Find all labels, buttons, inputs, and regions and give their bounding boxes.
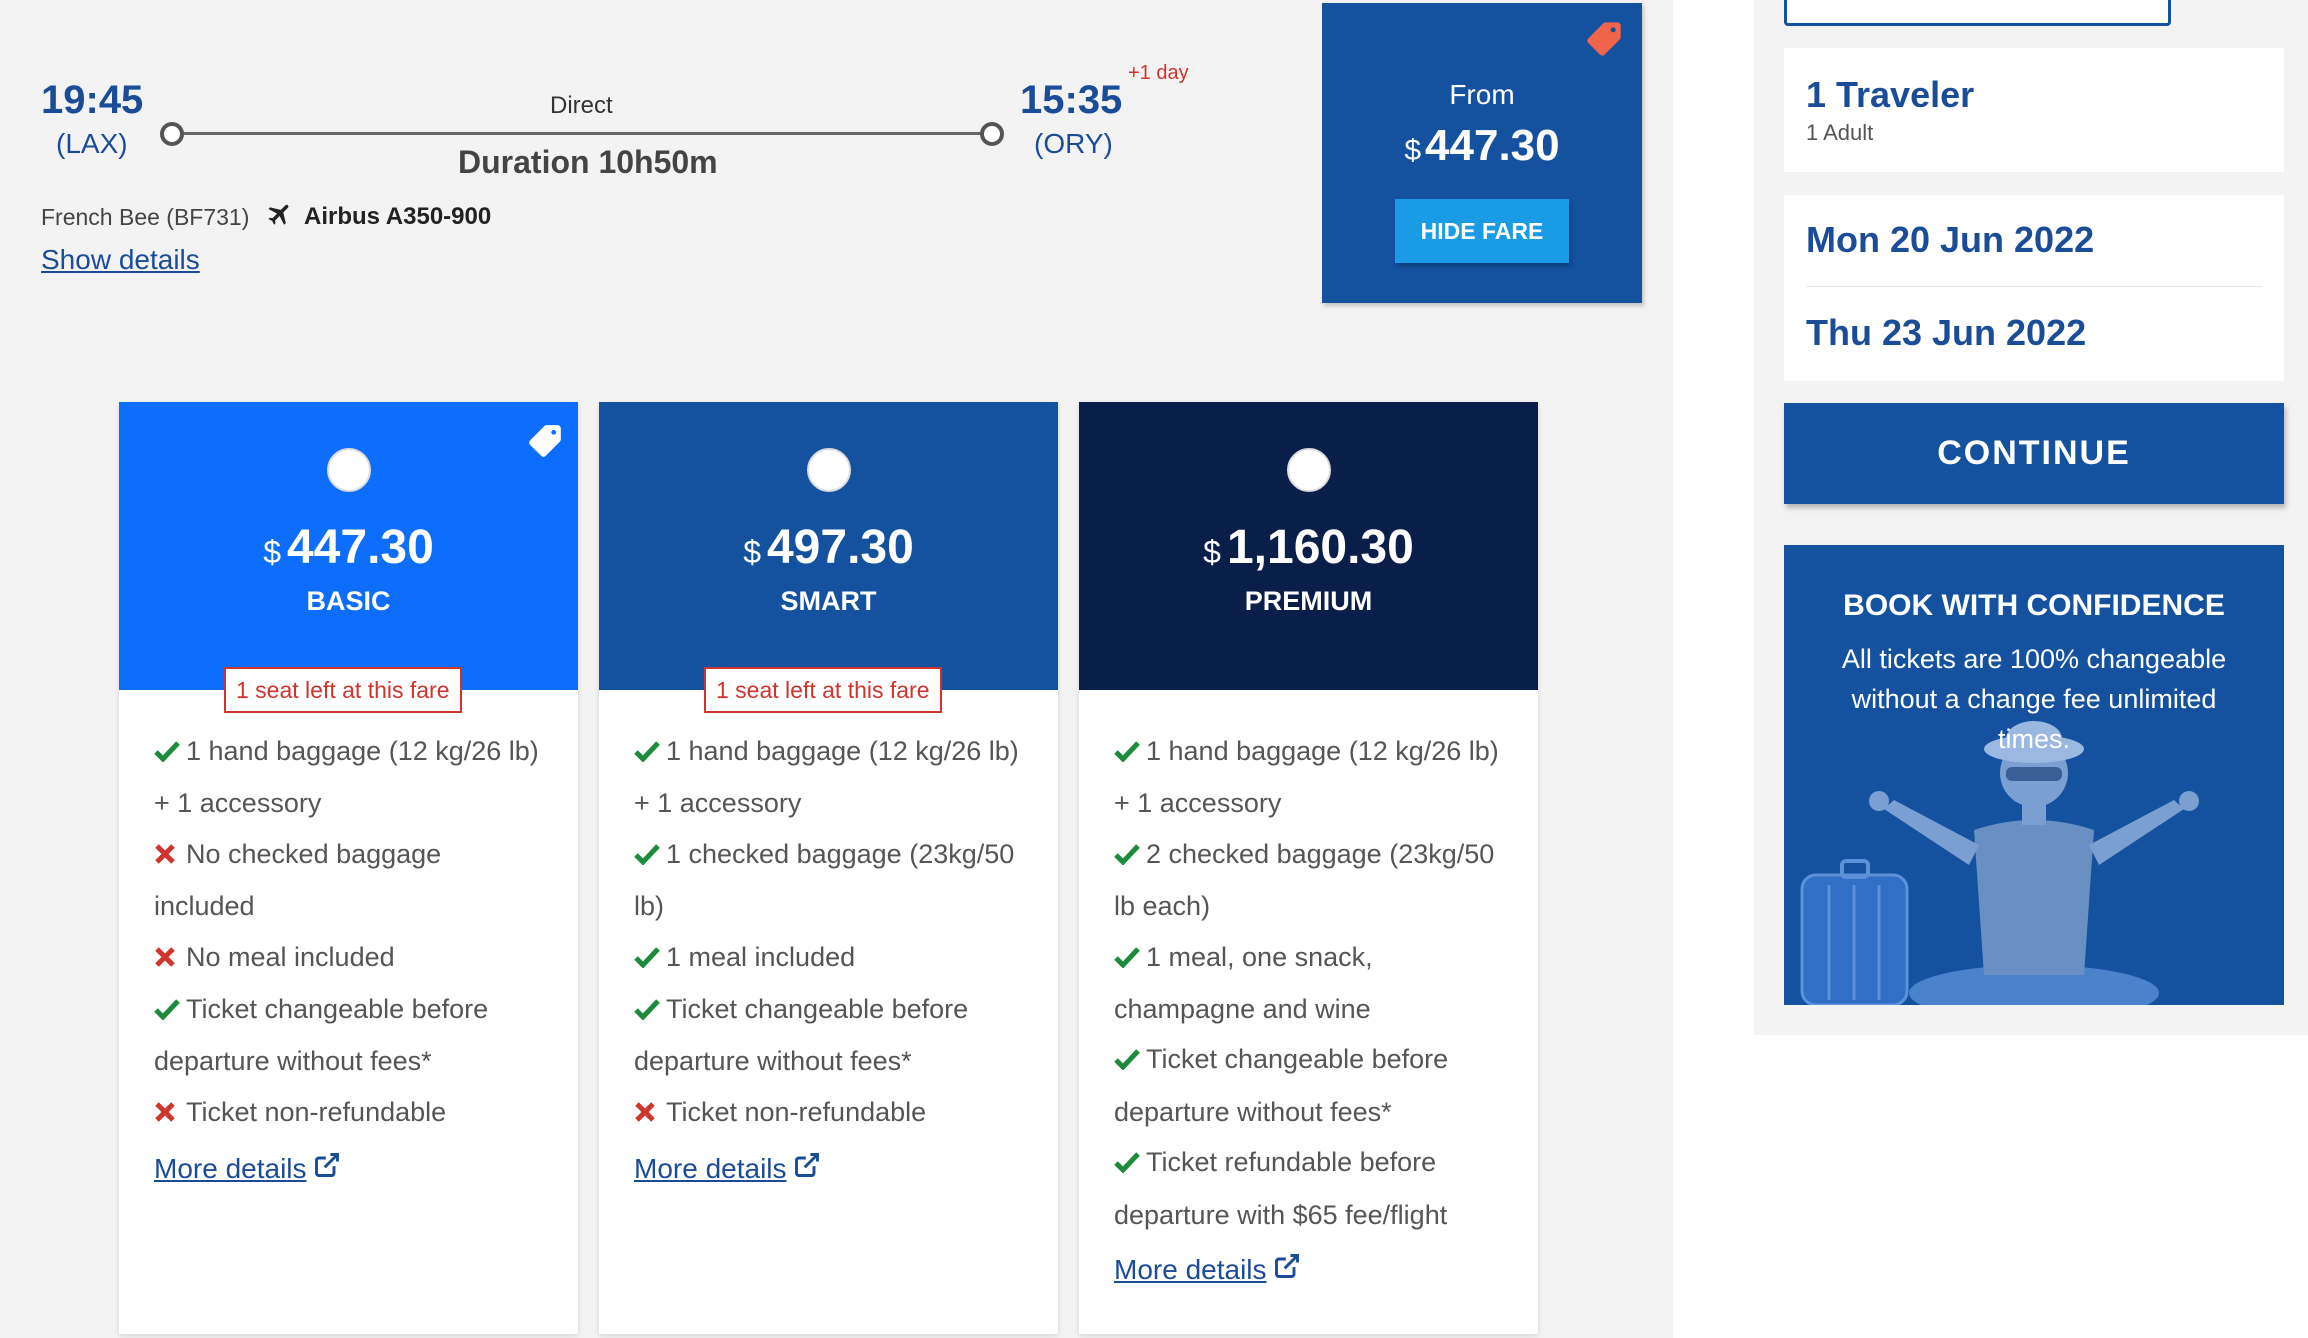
seat-left-badge: 1 seat left at this fare	[704, 667, 942, 713]
feature-item: Ticket changeable before departure witho…	[1114, 1034, 1508, 1137]
external-link-icon	[1273, 1252, 1301, 1287]
cross-icon	[154, 831, 184, 881]
fare-radio-basic[interactable]	[327, 448, 371, 492]
feature-item: Ticket refundable before departure with …	[1114, 1137, 1508, 1240]
fare-price-value: 447.30	[286, 521, 434, 574]
arrival-airport-code: (ORY)	[1034, 128, 1113, 159]
book-with-confidence-banner: BOOK WITH CONFIDENCE All tickets are 100…	[1784, 545, 2284, 1005]
carrier-label: French Bee (BF731)	[41, 204, 250, 230]
fare-price: $1,160.30	[1079, 520, 1538, 575]
price-tag-icon	[1584, 19, 1624, 64]
fare-radio-smart[interactable]	[807, 448, 851, 492]
confidence-title: BOOK WITH CONFIDENCE	[1843, 589, 2225, 622]
flight-duration: Duration 10h50m	[458, 144, 718, 180]
fare-name: PREMIUM	[1244, 586, 1373, 616]
destination-node	[980, 122, 1004, 146]
fare-card-basic[interactable]: $447.30 BASIC 1 seat left at this fare 1…	[119, 402, 578, 1334]
fare-card-premium[interactable]: $1,160.30 PREMIUM 1 hand baggage (12 kg/…	[1079, 402, 1538, 1334]
external-link-icon	[313, 1151, 341, 1186]
traveler-panel[interactable]: 1 Traveler 1 Adult	[1784, 48, 2284, 172]
fare-name: BASIC	[306, 586, 391, 616]
traveler-detail: 1 Adult	[1806, 120, 1874, 145]
fare-name: SMART	[780, 586, 877, 616]
from-price: $447.30	[1322, 121, 1642, 171]
date-divider	[1806, 286, 2262, 287]
fare-features: 1 hand baggage (12 kg/26 lb) + 1 accesso…	[599, 690, 1058, 1139]
aircraft-info: Airbus A350-900	[266, 200, 491, 233]
traveler-count: 1 Traveler	[1806, 74, 1975, 115]
check-icon	[1114, 728, 1144, 778]
feature-item: Ticket non-refundable	[634, 1087, 1028, 1139]
feature-item: No checked baggage included	[154, 829, 548, 932]
more-details-link[interactable]: More details	[154, 1151, 341, 1186]
departure-time: 19:45	[41, 78, 144, 122]
check-icon	[1114, 1036, 1144, 1086]
fare-price-value: 497.30	[766, 521, 914, 574]
fare-card-header: $1,160.30 PREMIUM	[1079, 402, 1538, 690]
fare-price: $447.30	[119, 520, 578, 575]
fare-currency: $	[263, 534, 281, 570]
from-price-value: 447.30	[1425, 121, 1560, 170]
from-label: From	[1449, 79, 1515, 110]
cross-icon	[154, 934, 184, 984]
return-date: Thu 23 Jun 2022	[1806, 312, 2087, 353]
origin-node	[160, 122, 184, 146]
external-link-icon	[793, 1151, 821, 1186]
fare-price-value: 1,160.30	[1226, 521, 1414, 574]
fare-card-header: $497.30 SMART 1 seat left at this fare	[599, 402, 1058, 713]
from-price-box: From $447.30 HIDE FARE	[1322, 3, 1642, 303]
feature-item: Ticket changeable before departure witho…	[154, 984, 548, 1087]
fare-features: 1 hand baggage (12 kg/26 lb) + 1 accesso…	[119, 690, 578, 1139]
feature-item: 1 meal, one snack, champagne and wine	[1114, 932, 1508, 1035]
check-icon	[634, 728, 664, 778]
price-tag-icon	[526, 422, 564, 465]
check-icon	[1114, 934, 1144, 984]
feature-item: Ticket changeable before departure witho…	[634, 984, 1028, 1087]
feature-item: 1 hand baggage (12 kg/26 lb) + 1 accesso…	[634, 726, 1028, 829]
aircraft-name: Airbus A350-900	[304, 202, 492, 230]
departure-airport-code: (LAX)	[56, 128, 128, 159]
fare-radio-premium[interactable]	[1287, 448, 1331, 492]
from-currency: $	[1404, 134, 1422, 167]
fare-features: 1 hand baggage (12 kg/26 lb) + 1 accesso…	[1079, 690, 1538, 1240]
feature-item: 1 hand baggage (12 kg/26 lb) + 1 accesso…	[154, 726, 548, 829]
check-icon	[1114, 1139, 1144, 1189]
feature-item: Ticket non-refundable	[154, 1087, 548, 1139]
seat-left-badge: 1 seat left at this fare	[224, 667, 462, 713]
fare-price: $497.30	[599, 520, 1058, 575]
check-icon	[154, 728, 184, 778]
dates-panel[interactable]: Mon 20 Jun 2022 Thu 23 Jun 2022	[1784, 195, 2284, 381]
check-icon	[634, 986, 664, 1036]
feature-item: 2 checked baggage (23kg/50 lb each)	[1114, 829, 1508, 932]
cross-icon	[154, 1089, 184, 1139]
more-details-link[interactable]: More details	[1114, 1252, 1301, 1287]
departure-date: Mon 20 Jun 2022	[1806, 219, 2095, 260]
fare-card-smart[interactable]: $497.30 SMART 1 seat left at this fare 1…	[599, 402, 1058, 1334]
check-icon	[154, 986, 184, 1036]
plus-day-label: +1 day	[1128, 62, 1189, 84]
feature-item: 1 meal included	[634, 932, 1028, 984]
hide-fare-button[interactable]: HIDE FARE	[1395, 199, 1569, 263]
confidence-text: All tickets are 100% changeable without …	[1841, 644, 2227, 754]
feature-item: 1 checked baggage (23kg/50 lb)	[634, 829, 1028, 932]
fare-card-header: $447.30 BASIC 1 seat left at this fare	[119, 402, 578, 713]
continue-button[interactable]: CONTINUE	[1784, 403, 2284, 504]
show-details-link[interactable]: Show details	[41, 244, 200, 276]
check-icon	[1114, 831, 1144, 881]
airplane-icon	[266, 200, 294, 233]
feature-item: 1 hand baggage (12 kg/26 lb) + 1 accesso…	[1114, 726, 1508, 829]
check-icon	[634, 934, 664, 984]
feature-item: No meal included	[154, 932, 548, 984]
fare-currency: $	[743, 534, 761, 570]
cross-icon	[634, 1089, 664, 1139]
fare-currency: $	[1203, 534, 1221, 570]
arrival-time: 15:35	[1020, 78, 1123, 122]
stops-label: Direct	[550, 92, 613, 119]
check-icon	[634, 831, 664, 881]
more-details-link[interactable]: More details	[634, 1151, 821, 1186]
search-field-partial[interactable]	[1784, 0, 2171, 26]
route-line	[180, 132, 990, 135]
